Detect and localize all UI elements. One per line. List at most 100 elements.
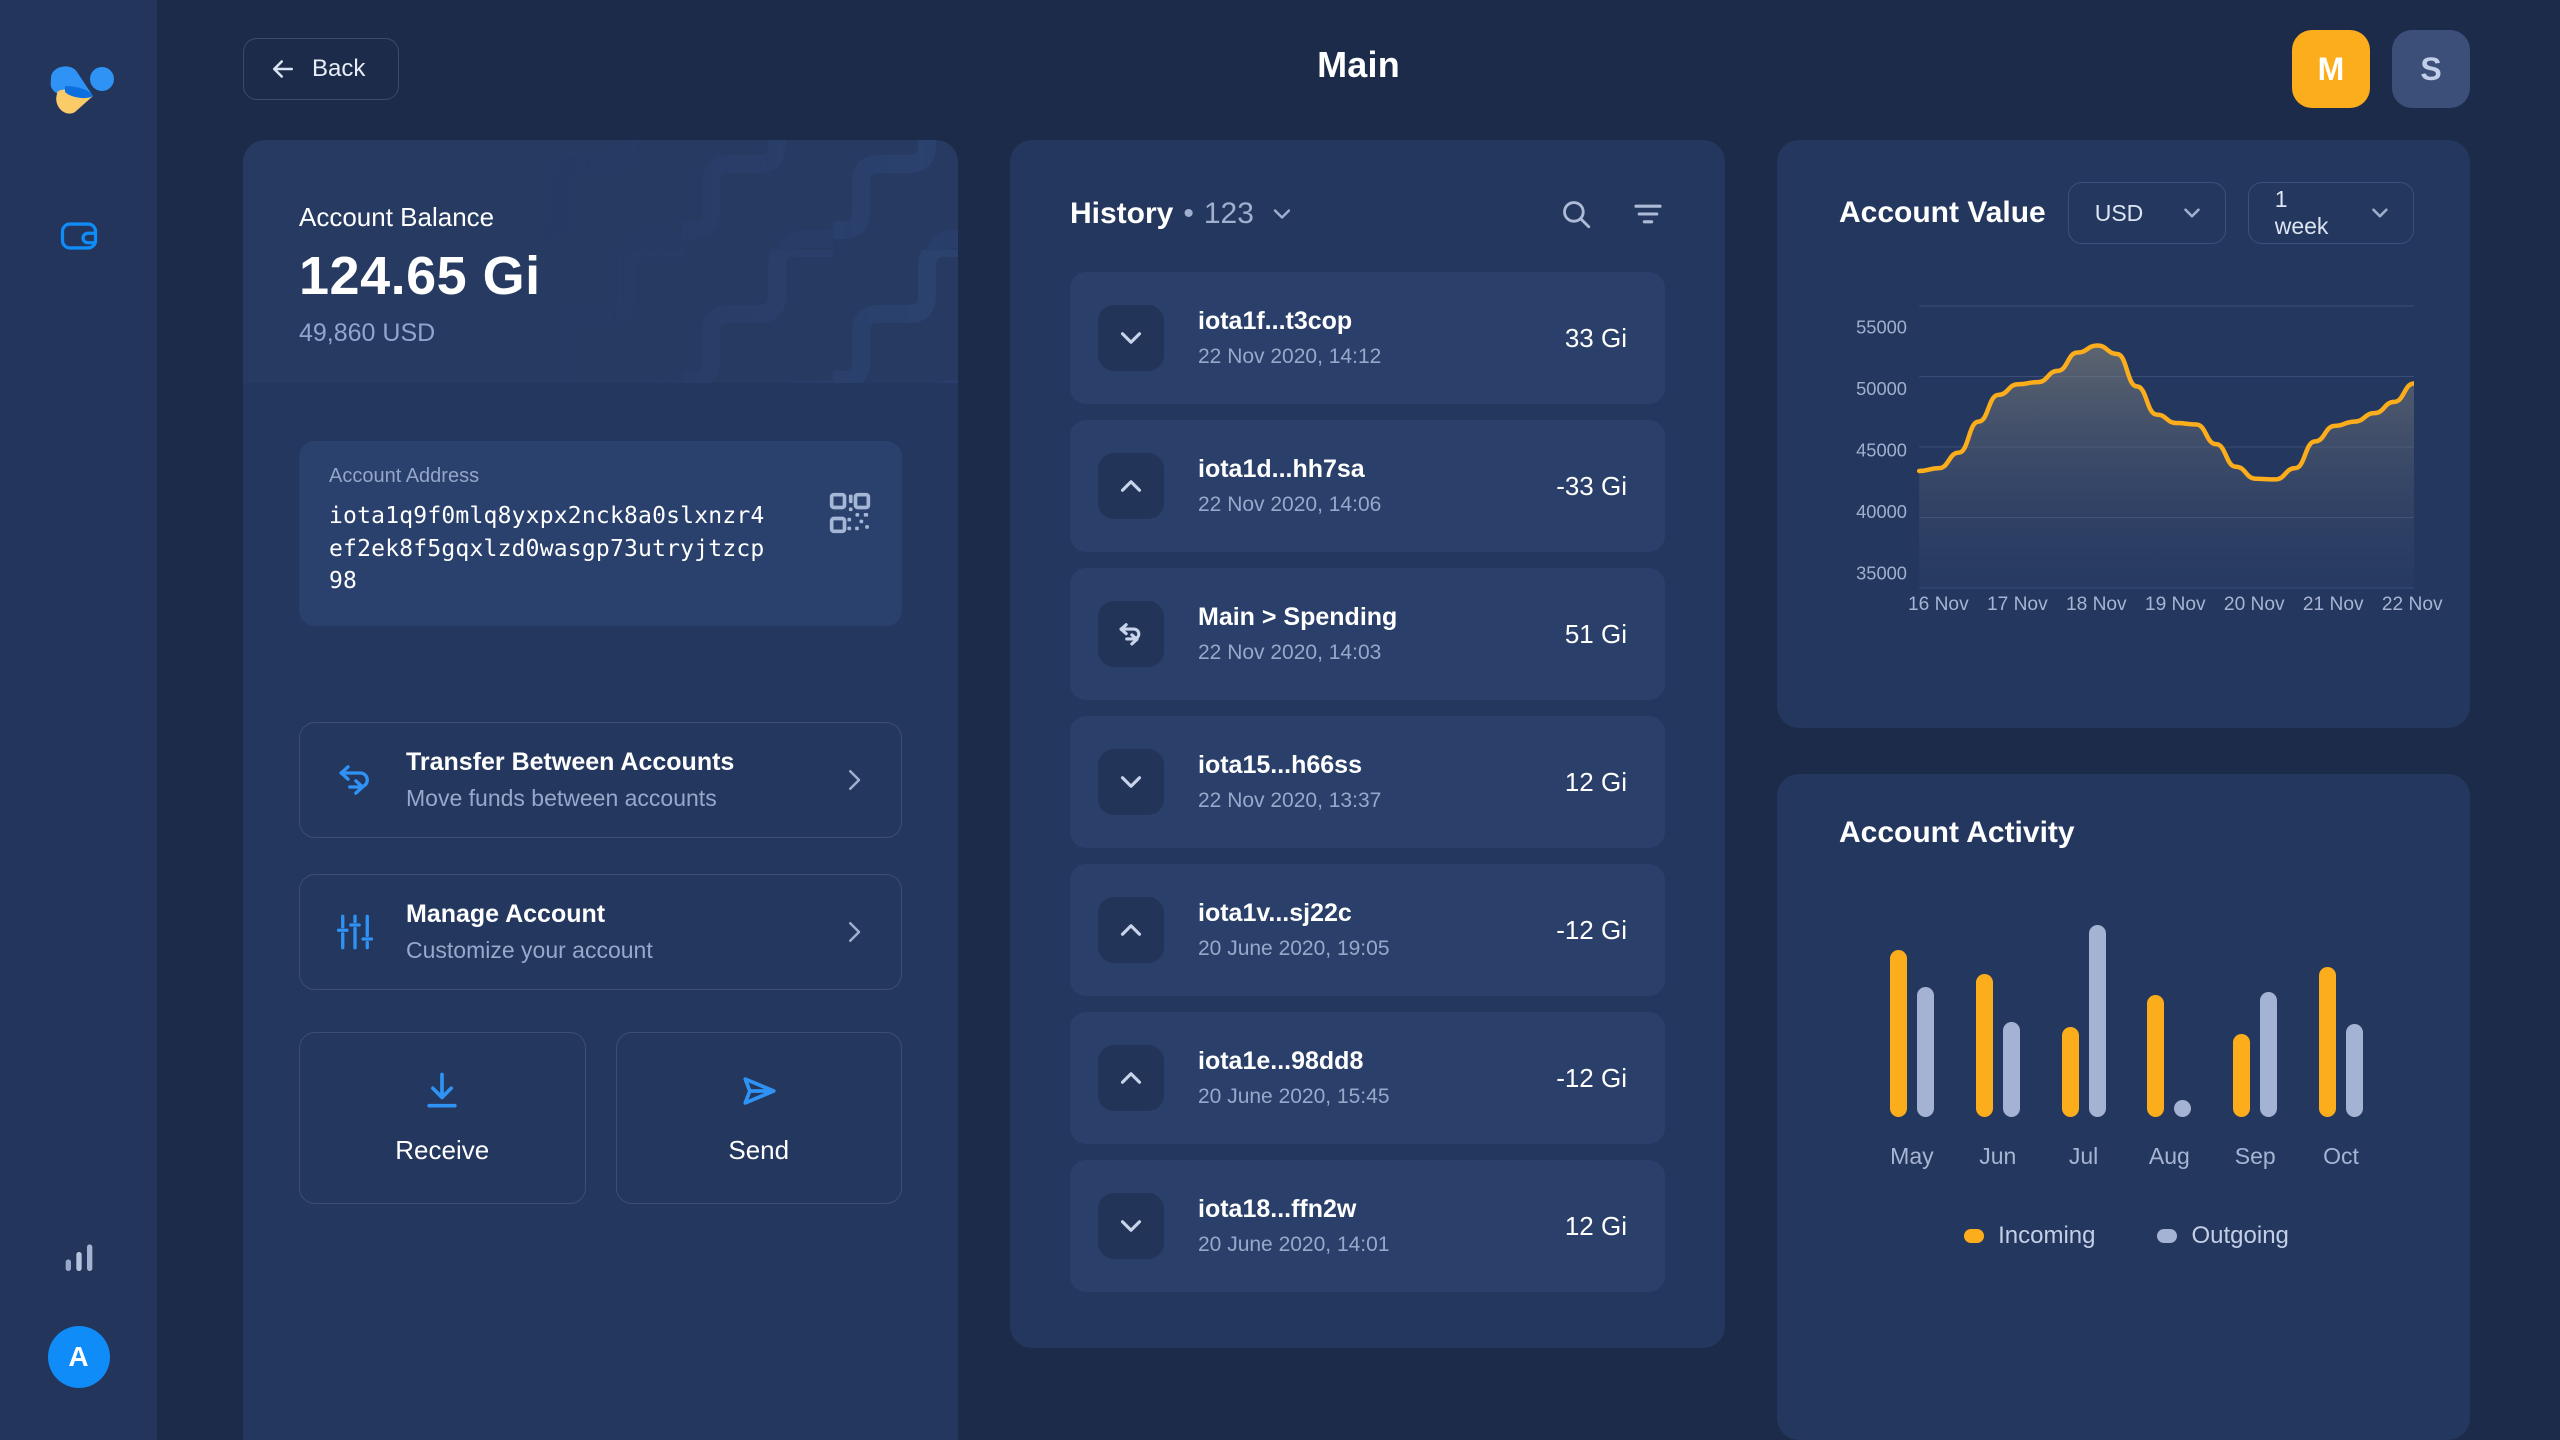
sidebar-bottom: A xyxy=(47,1226,110,1388)
transaction-list: iota1f...t3cop 22 Nov 2020, 14:12 33 Gi iot… xyxy=(1010,272,1725,1292)
account-value-title: Account Value xyxy=(1839,196,2046,229)
transaction-date: 22 Nov 2020, 13:37 xyxy=(1198,789,1382,812)
avatar-spending[interactable]: S xyxy=(2392,30,2470,108)
transaction-date: 22 Nov 2020, 14:12 xyxy=(1198,345,1382,368)
legend-item-outgoing: Outgoing xyxy=(2157,1222,2289,1250)
account-activity-title: Account Activity xyxy=(1839,816,2075,849)
sidebar-item-wallet[interactable] xyxy=(49,206,109,266)
transaction-direction-icon-wrap xyxy=(1098,897,1164,963)
sidebar-profile-avatar[interactable]: A xyxy=(47,1326,110,1388)
filter-icon[interactable] xyxy=(1631,197,1665,231)
transaction-row[interactable]: Main > Spending 22 Nov 2020, 14:03 51 Gi xyxy=(1070,568,1665,700)
activity-bar-group: Jun xyxy=(1975,917,2020,1170)
activity-bar-label: Jun xyxy=(1979,1143,2017,1169)
send-button-label: Send xyxy=(728,1135,790,1166)
transfer-title: Transfer Between Accounts xyxy=(406,747,735,776)
account-address-box[interactable]: Account Address iota1q9f0mlq8yxpx2nck8a0… xyxy=(299,441,902,626)
transaction-row[interactable]: iota1e...98dd8 20 June 2020, 15:45 -12 Gi xyxy=(1070,1012,1665,1144)
currency-select-value: USD xyxy=(2094,199,2144,226)
outgoing-bar xyxy=(2088,925,2106,1117)
transaction-date: 20 June 2020, 19:05 xyxy=(1198,937,1390,960)
send-button[interactable]: Send xyxy=(615,1031,902,1204)
transaction-date: 20 June 2020, 15:45 xyxy=(1198,1085,1390,1108)
outgoing-bar xyxy=(1916,987,1934,1117)
transaction-direction-icon-wrap xyxy=(1098,1045,1164,1111)
sliders-icon xyxy=(336,914,374,950)
chart-y-tick-label: 55000 xyxy=(1856,317,1907,338)
range-select-value: 1 week xyxy=(2274,186,2329,239)
transaction-amount: -12 Gi xyxy=(1556,1062,1627,1093)
transaction-row[interactable]: iota18...ffn2w 20 June 2020, 14:01 12 Gi xyxy=(1070,1160,1665,1292)
account-value-chart-labels: 35000 40000 45000 50000 55000 16 Nov 17 Nov 18 … xyxy=(1856,317,2443,615)
chart-x-tick-label: 16 Nov xyxy=(1908,594,1969,615)
transaction-amount: 12 Gi xyxy=(1564,1210,1627,1241)
main-area: Back Main M S Account Balance 124.65 Gi … xyxy=(157,0,2560,1440)
transaction-direction-icon-wrap xyxy=(1098,601,1164,667)
transaction-row[interactable]: iota15...h66ss 22 Nov 2020, 13:37 12 Gi xyxy=(1070,716,1665,848)
incoming-bar xyxy=(1975,973,1993,1117)
outgoing-legend-dot-icon xyxy=(2157,1229,2178,1243)
account-address-value: iota1q9f0mlq8yxpx2nck8a0slxnzr4ef2ek8f5g… xyxy=(329,503,765,595)
manage-account-row[interactable]: Manage Account Customize your account xyxy=(299,873,902,990)
account-actions-panel: Account Address iota1q9f0mlq8yxpx2nck8a0… xyxy=(243,383,958,1440)
activity-bar-label: Sep xyxy=(2234,1143,2276,1169)
chart-x-tick-label: 21 Nov xyxy=(2303,594,2364,615)
transaction-direction-icon-wrap xyxy=(1098,453,1164,519)
transfer-icon xyxy=(339,765,369,795)
balance-fiat-value: 49,860 USD xyxy=(299,319,436,347)
avatar-main[interactable]: M xyxy=(2292,30,2370,108)
chart-y-tick-label: 45000 xyxy=(1856,439,1907,460)
chart-x-tick-label: 22 Nov xyxy=(2382,594,2443,615)
transfer-icon xyxy=(1119,623,1141,646)
app-logo[interactable] xyxy=(31,48,127,144)
activity-bar-pair xyxy=(2147,917,2192,1117)
receive-button[interactable]: Receive xyxy=(299,1031,586,1204)
transaction-direction-icon-wrap xyxy=(1098,749,1164,815)
transaction-row[interactable]: iota1f...t3cop 22 Nov 2020, 14:12 33 Gi xyxy=(1070,272,1665,404)
activity-bar-pair xyxy=(2233,917,2278,1117)
outgoing-bar xyxy=(2346,1023,2364,1117)
account-activity-card: Account Activity May Jun Jul Aug Sep Oct Inco… xyxy=(1777,774,2470,1440)
avatar-main-initial: M xyxy=(2317,50,2345,87)
incoming-bar xyxy=(2147,995,2165,1117)
chevron-down-icon xyxy=(2372,208,2388,218)
transaction-texts: iota1f...t3cop 22 Nov 2020, 14:12 xyxy=(1198,307,1565,369)
chevron-down-icon xyxy=(1120,332,1142,344)
transfer-texts: Transfer Between Accounts Move funds bet… xyxy=(406,748,809,812)
chart-y-tick-label: 40000 xyxy=(1856,501,1907,522)
outgoing-bar xyxy=(2002,1022,2020,1117)
activity-bar-group: Jul xyxy=(2061,917,2106,1170)
account-panel: Account Balance 124.65 Gi 49,860 USD Acc… xyxy=(243,140,958,1440)
transaction-texts: Main > Spending 22 Nov 2020, 14:03 xyxy=(1198,603,1565,665)
activity-bar-label: Jul xyxy=(2068,1143,2099,1169)
manage-title: Manage Account xyxy=(406,899,606,928)
range-select[interactable]: 1 week xyxy=(2247,182,2414,244)
account-value-chart: 35000 40000 45000 50000 55000 16 Nov 17 Nov 18 … xyxy=(1839,288,2443,658)
qr-code-button[interactable] xyxy=(828,491,872,540)
download-icon xyxy=(427,1073,457,1108)
transaction-direction-icon-wrap xyxy=(1098,1193,1164,1259)
search-icon[interactable] xyxy=(1559,197,1593,231)
transaction-date: 22 Nov 2020, 14:03 xyxy=(1198,641,1382,664)
history-header-actions xyxy=(1559,197,1665,231)
chart-x-tick-label: 17 Nov xyxy=(1987,594,2048,615)
history-title: History xyxy=(1070,197,1174,230)
history-dropdown-chevron-down-icon[interactable] xyxy=(1268,200,1296,228)
account-address-label: Account Address xyxy=(329,465,480,487)
legend-item-incoming: Incoming xyxy=(1964,1222,2095,1250)
transfer-between-accounts-row[interactable]: Transfer Between Accounts Move funds bet… xyxy=(299,721,902,838)
transaction-texts: iota18...ffn2w 20 June 2020, 14:01 xyxy=(1198,1195,1565,1257)
activity-bar-label: May xyxy=(1890,1143,1934,1169)
avatar-spending-initial: S xyxy=(2420,50,2442,87)
chevron-right-icon xyxy=(849,921,861,942)
transaction-row[interactable]: iota1d...hh7sa 22 Nov 2020, 14:06 -33 Gi xyxy=(1070,420,1665,552)
transaction-name: iota1e...98dd8 xyxy=(1198,1047,1364,1075)
activity-bar-label: Oct xyxy=(2323,1143,2359,1169)
transaction-amount: 12 Gi xyxy=(1564,766,1627,797)
history-header: History • 123 xyxy=(1010,184,1725,244)
transaction-row[interactable]: iota1v...sj22c 20 June 2020, 19:05 -12 Gi xyxy=(1070,864,1665,996)
currency-select[interactable]: USD xyxy=(2067,182,2226,244)
transfer-subtitle: Move funds between accounts xyxy=(406,784,717,811)
transaction-name: iota18...ffn2w xyxy=(1198,1195,1357,1223)
sidebar-item-statistics[interactable] xyxy=(49,1226,109,1286)
